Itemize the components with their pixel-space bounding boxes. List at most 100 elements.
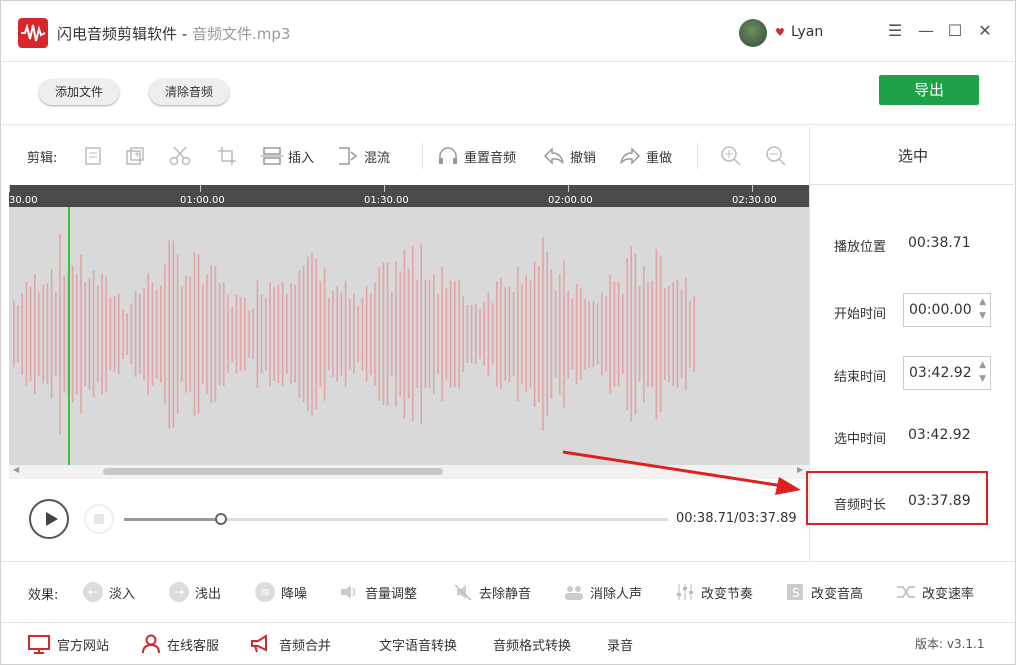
undo-tool[interactable]: 撤销 xyxy=(543,145,596,167)
volume-icon xyxy=(341,585,356,599)
effect-change-rate[interactable]: 改变速率 xyxy=(896,580,974,604)
play-position-value: 00:38.71 xyxy=(908,235,971,251)
play-button[interactable] xyxy=(29,499,69,539)
effect-change-tempo[interactable]: 改变节奏 xyxy=(675,580,753,604)
redo-icon xyxy=(620,147,641,165)
waveform-area[interactable] xyxy=(9,207,809,465)
fade-in-icon: ← xyxy=(83,582,103,602)
mix-tool[interactable]: 混流 xyxy=(337,145,390,167)
spinner-up-icon[interactable]: ▲ xyxy=(979,360,986,370)
user-avatar[interactable] xyxy=(739,19,767,47)
scrollbar-thumb[interactable] xyxy=(103,468,443,475)
effects-bar: 效果: ← 淡入 → 浅出 ≋ 降噪 音量调整 去除静音 消除人声 改变节奏 S 改变音… xyxy=(1,561,1015,621)
spinner-up-icon[interactable]: ▲ xyxy=(979,297,986,307)
ruler-tick: 02:00.00 xyxy=(548,195,593,206)
effect-change-pitch[interactable]: S 改变音高 xyxy=(785,580,863,604)
reset-audio-label: 重置音频 xyxy=(464,150,517,166)
effect-label: 浅出 xyxy=(195,586,222,602)
effect-fade-out[interactable]: → 浅出 xyxy=(169,580,221,604)
spinner-down-icon[interactable]: ▼ xyxy=(979,311,986,321)
effect-remove-silence[interactable]: 去除静音 xyxy=(453,580,531,604)
edit-toolbar: 剪辑: 插入 混流 重置音频 撤销 重做 xyxy=(9,127,809,185)
edit-label: 剪辑: xyxy=(27,150,58,166)
effect-label: 改变速率 xyxy=(922,586,975,602)
insert-icon xyxy=(261,147,283,165)
timecode: 00:38.71/03:37.89 xyxy=(676,511,797,526)
format-convert-label: 音频格式转换 xyxy=(493,638,572,654)
redo-label: 重做 xyxy=(646,150,673,166)
title-bar: 闪电音频剪辑软件 - 音频文件.mp3 ♥ Lyan ☰ — ☐ ✕ xyxy=(1,1,1015,61)
format-convert-link[interactable]: 音频格式转换 xyxy=(493,633,571,655)
menu-button[interactable]: ☰ xyxy=(883,19,907,43)
equalizer-icon xyxy=(677,584,693,600)
playback-progress[interactable] xyxy=(124,513,668,525)
scroll-left-icon[interactable]: ◀ xyxy=(13,465,19,474)
ruler-tick: 30.00 xyxy=(9,195,38,206)
reset-audio-tool[interactable]: 重置音频 xyxy=(437,145,516,167)
mix-label: 混流 xyxy=(364,150,391,166)
record-link[interactable]: 录音 xyxy=(607,633,633,655)
annotation-arrow xyxy=(562,450,801,495)
start-time-spinner[interactable]: 00:00.00 ▲ ▼ xyxy=(903,293,991,327)
maximize-button[interactable]: ☐ xyxy=(943,19,967,43)
paste-icon[interactable] xyxy=(125,145,150,167)
progress-knob[interactable] xyxy=(214,513,227,525)
version-text: 版本: v3.1.1 xyxy=(915,637,985,651)
effect-remove-vocals[interactable]: 消除人声 xyxy=(564,580,642,604)
official-website-link[interactable]: 官方网站 xyxy=(27,633,109,655)
online-support-link[interactable]: 在线客服 xyxy=(141,633,219,655)
effect-fade-in[interactable]: ← 淡入 xyxy=(83,580,135,604)
crop-icon[interactable] xyxy=(217,145,242,167)
play-position-label: 播放位置 xyxy=(834,240,887,255)
audio-merge-link[interactable]: 音频合并 xyxy=(249,633,331,655)
insert-tool[interactable]: 插入 xyxy=(261,145,314,167)
timeline-ruler[interactable]: 30.00 01:00.00 01:30.00 02:00.00 02:30.0… xyxy=(9,185,809,207)
zoom-in-icon[interactable] xyxy=(720,145,747,167)
denoise-icon: ≋ xyxy=(255,582,275,602)
close-button[interactable]: ✕ xyxy=(973,19,997,43)
waveform xyxy=(13,207,695,465)
undo-icon xyxy=(543,147,564,165)
effect-label: 音量调整 xyxy=(365,586,418,602)
ruler-tick: 01:00.00 xyxy=(180,195,225,206)
effect-volume[interactable]: 音量调整 xyxy=(339,580,417,604)
selected-time-label: 选中时间 xyxy=(834,432,887,447)
start-time-label: 开始时间 xyxy=(834,307,887,322)
end-time-value: 03:42.92 xyxy=(909,365,972,381)
mute-icon xyxy=(454,584,472,601)
monitor-icon xyxy=(28,635,50,654)
vip-heart-icon: ♥ xyxy=(775,26,785,39)
effect-label: 改变音高 xyxy=(811,586,864,602)
playhead xyxy=(68,207,70,465)
clear-audio-button[interactable]: 清除音频 xyxy=(149,79,229,105)
cut-icon[interactable] xyxy=(169,145,196,167)
end-time-spinner[interactable]: 03:42.92 ▲ ▼ xyxy=(903,356,991,390)
top-toolbar: 添加文件 清除音频 导出 xyxy=(1,61,1015,125)
selected-time-value: 03:42.92 xyxy=(908,427,971,443)
effect-label: 改变节奏 xyxy=(701,586,754,602)
tts-link[interactable]: 文字语音转换 xyxy=(379,633,457,655)
redo-tool[interactable]: 重做 xyxy=(619,145,672,167)
effect-denoise[interactable]: ≋ 降噪 xyxy=(255,580,307,604)
app-name: 闪电音频剪辑软件 xyxy=(57,25,178,43)
insert-label: 插入 xyxy=(288,150,315,166)
duration-highlight-box xyxy=(806,471,988,525)
export-button[interactable]: 导出 xyxy=(879,75,979,105)
title-separator: - xyxy=(177,25,192,43)
shuffle-icon xyxy=(897,586,915,598)
spinner-down-icon[interactable]: ▼ xyxy=(979,374,986,384)
progress-fill xyxy=(124,518,221,521)
app-window: 闪电音频剪辑软件 - 音频文件.mp3 ♥ Lyan ☰ — ☐ ✕ 添加文件 … xyxy=(0,0,1016,665)
ruler-tick: 02:30.00 xyxy=(732,195,777,206)
toolbar-divider xyxy=(697,143,698,169)
effects-label: 效果: xyxy=(28,588,59,603)
username[interactable]: Lyan xyxy=(791,24,823,40)
copy-icon[interactable] xyxy=(83,145,108,167)
panel-title: 选中 xyxy=(810,127,1016,185)
add-file-button[interactable]: 添加文件 xyxy=(39,79,119,105)
stop-button[interactable] xyxy=(84,504,114,534)
zoom-out-icon[interactable] xyxy=(765,145,792,167)
online-support-label: 在线客服 xyxy=(167,638,220,654)
svg-text:S: S xyxy=(792,586,800,600)
minimize-button[interactable]: — xyxy=(914,19,938,43)
